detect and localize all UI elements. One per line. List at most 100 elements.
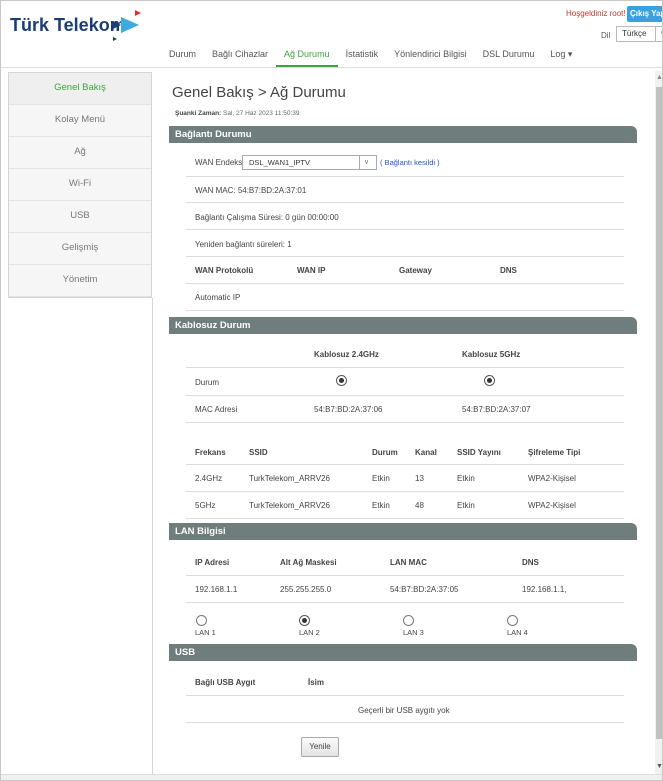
wireless-5-status-radio[interactable] — [484, 375, 495, 386]
ssid-row1-channel: 13 — [415, 474, 424, 483]
scroll-thumb[interactable] — [656, 87, 662, 739]
col-wan-protocol: WAN Protokolü — [195, 266, 254, 275]
sidebar-divider — [1, 298, 153, 780]
col-dns: DNS — [500, 266, 517, 275]
wireless-5-mac: 54:B7:BD:2A:37:07 — [462, 405, 531, 414]
lan2-port-label: LAN 2 — [299, 628, 320, 637]
wireless-mac-row — [186, 396, 624, 423]
tab-yonlendirici-bilgisi[interactable]: Yönlendirici Bilgisi — [386, 47, 475, 67]
language-label: Dil — [601, 31, 611, 40]
wan-index-select[interactable]: DSL_WAN1_IPTV ∨ — [242, 155, 377, 170]
tab-bagli-cihazlar[interactable]: Bağlı Cihazlar — [204, 47, 276, 67]
scrollbar[interactable]: ▲ ▼ — [655, 71, 662, 775]
ssid-row1-ssid: TurkTelekom_ARRV26 — [249, 474, 330, 483]
col-ssid: SSID — [249, 448, 268, 457]
lan1-port-radio[interactable] — [196, 615, 207, 626]
language-select-value: Türkçe — [622, 29, 647, 38]
col-lan-dns: DNS — [522, 558, 539, 567]
current-time-value: Sal, 27 Haz 2023 11:50:39 — [223, 110, 300, 117]
col-wan-ip: WAN IP — [297, 266, 326, 275]
wan-index-value: DSL_WAN1_IPTV — [249, 158, 310, 167]
wan-table-row — [186, 284, 624, 311]
header: Türk Telekom Hoşgeldiniz root! Çıkış Yap… — [1, 1, 662, 67]
wireless-mac-label: MAC Adresi — [195, 405, 238, 414]
chevron-down-icon: ∨ — [364, 159, 370, 166]
welcome-text: Hoşgeldiniz root! — [566, 9, 626, 18]
select-divider — [359, 156, 360, 169]
wan-mac: WAN MAC: 54:B7:BD:2A:37:01 — [195, 186, 307, 195]
section-usb-heading: USB — [169, 644, 637, 661]
wireless-status-label: Durum — [195, 378, 220, 387]
sidebar-item-usb[interactable]: USB — [9, 201, 151, 233]
sidebar-item-yonetim[interactable]: Yönetim — [9, 265, 151, 297]
logo-arrows-icon — [113, 10, 141, 41]
refresh-button[interactable]: Yenile — [301, 737, 339, 757]
lan2-port-radio[interactable] — [299, 615, 310, 626]
sidebar: Genel Bakış Kolay Menü Ağ Wi-Fi USB Geli… — [8, 72, 152, 298]
col-wireless-24: Kablosuz 2.4GHz — [314, 350, 379, 359]
sidebar-item-gelismis[interactable]: Gelişmiş — [9, 233, 151, 265]
lan3-port-label: LAN 3 — [403, 628, 424, 637]
col-lan-mac: LAN MAC — [390, 558, 427, 567]
reconnect-count: Yeniden bağlantı süreleri: 1 — [195, 240, 292, 249]
tab-dsl-durumu[interactable]: DSL Durumu — [475, 47, 543, 67]
sidebar-item-kolay-menu[interactable]: Kolay Menü — [9, 105, 151, 137]
ssid-row1-broadcast: Etkin — [457, 474, 475, 483]
tab-durum[interactable]: Durum — [161, 47, 204, 67]
section-lan-heading: LAN Bilgisi — [169, 523, 637, 540]
lan-dns: 192.168.1.1, — [522, 585, 567, 594]
ssid-row2-broadcast: Etkin — [457, 501, 475, 510]
tab-istatistik[interactable]: İstatistik — [338, 47, 387, 67]
select-divider — [655, 27, 656, 41]
browser-frame: Türk Telekom Hoşgeldiniz root! Çıkış Yap… — [0, 0, 663, 781]
ssid-row2-freq: 5GHz — [195, 501, 216, 510]
lan3-port-radio[interactable] — [403, 615, 414, 626]
col-ip-adresi: IP Adresi — [195, 558, 230, 567]
sidebar-item-ag[interactable]: Ağ — [9, 137, 151, 169]
sidebar-item-wifi[interactable]: Wi-Fi — [9, 169, 151, 201]
ssid-row2-ssid: TurkTelekom_ARRV26 — [249, 501, 330, 510]
uptime: Bağlantı Çalışma Süresi: 0 gün 00:00:00 — [195, 213, 339, 222]
wan-protocol-value: Automatic IP — [195, 293, 241, 302]
col-usb-device: Bağlı USB Aygıt — [195, 678, 256, 687]
connection-status: ( Bağlantı kesildi ) — [380, 158, 440, 167]
col-kanal: Kanal — [415, 448, 437, 457]
section-wireless-heading: Kablosuz Durum — [169, 317, 637, 334]
top-nav: Durum Bağlı Cihazlar Ağ Durumu İstatisti… — [161, 47, 580, 67]
page-title: Genel Bakış > Ağ Durumu — [172, 84, 346, 101]
logout-button[interactable]: Çıkış Yap — [627, 6, 662, 22]
wireless-24-status-radio[interactable] — [336, 375, 347, 386]
current-time: Şuanki Zaman: Sal, 27 Haz 2023 11:50:39 — [175, 110, 300, 117]
wireless-status-row — [186, 368, 624, 396]
sidebar-item-genel-bakis[interactable]: Genel Bakış — [9, 73, 151, 105]
lan-mask: 255.255.255.0 — [280, 585, 332, 594]
header-divider — [1, 67, 662, 68]
section-connection-heading: Bağlantı Durumu — [169, 126, 637, 143]
scroll-up-icon[interactable]: ▲ — [656, 74, 662, 81]
lan-mac: 54:B7:BD:2A:37:05 — [390, 585, 459, 594]
col-wireless-5: Kablosuz 5GHz — [462, 350, 521, 359]
col-sifreleme-tipi: Şifreleme Tipi — [528, 448, 581, 457]
ssid-row1-status: Etkin — [372, 474, 390, 483]
tab-log[interactable]: Log ▾ — [542, 47, 580, 67]
lan-ip: 192.168.1.1 — [195, 585, 238, 594]
ssid-row2-encryption: WPA2-Kişisel — [528, 501, 576, 510]
language-select[interactable]: Türkçe ∨ — [616, 26, 662, 42]
ssid-row1-encryption: WPA2-Kişisel — [528, 474, 576, 483]
current-time-label: Şuanki Zaman: — [175, 110, 222, 117]
col-usb-name: İsim — [308, 678, 325, 687]
col-ssid-yayini: SSID Yayını — [457, 448, 501, 457]
lan4-port-label: LAN 4 — [507, 628, 528, 637]
lan4-port-radio[interactable] — [507, 615, 518, 626]
wireless-24-mac: 54:B7:BD:2A:37:06 — [314, 405, 383, 414]
scroll-down-icon[interactable]: ▼ — [656, 763, 662, 770]
ssid-row2-channel: 48 — [415, 501, 424, 510]
col-durum: Durum — [372, 448, 398, 457]
status-bar — [1, 774, 662, 780]
ssid-row1-freq: 2.4GHz — [195, 474, 223, 483]
wan-index-label: WAN Endeksi — [195, 158, 245, 167]
usb-empty-message: Geçerli bir USB aygıtı yok — [358, 706, 450, 715]
ssid-row2-status: Etkin — [372, 501, 390, 510]
tab-ag-durumu[interactable]: Ağ Durumu — [276, 47, 338, 67]
col-gateway: Gateway — [399, 266, 432, 275]
